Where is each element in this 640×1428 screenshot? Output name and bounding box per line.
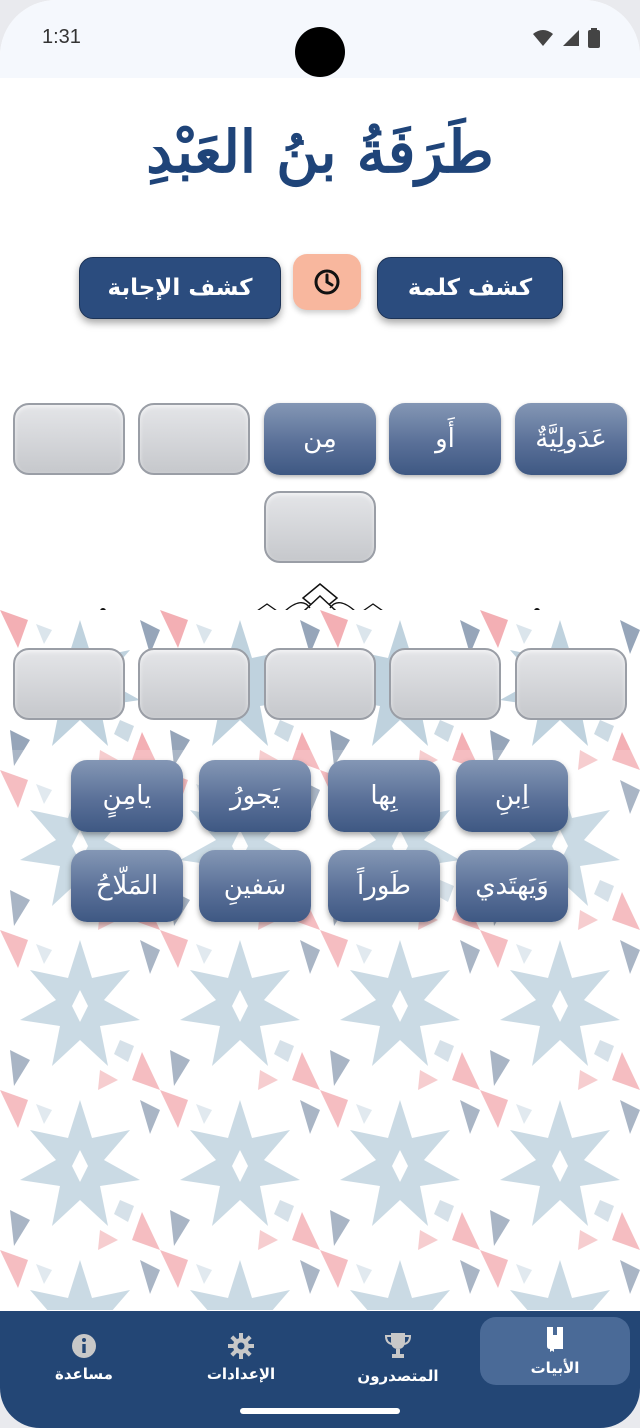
word-choice[interactable]: بِها: [328, 760, 440, 832]
verse-slot-empty[interactable]: [13, 648, 125, 720]
status-bar: 1:31: [0, 0, 640, 78]
poet-title: طَرَفَةُ بنُ العَبْدِ: [146, 118, 494, 186]
nav-settings-label: الإعدادات: [206, 1365, 276, 1383]
book-icon: [547, 1327, 563, 1352]
verse-slot-empty[interactable]: [515, 648, 627, 720]
verse-slot-empty[interactable]: [264, 648, 376, 720]
clock-icon: [314, 269, 340, 295]
verse-slot-empty[interactable]: [389, 648, 501, 720]
nav-leaderboard-label: المتصدرون: [357, 1367, 439, 1385]
nav-help-label: مساعدة: [55, 1365, 113, 1383]
word-choice[interactable]: طَوراً: [328, 850, 440, 922]
word-choice[interactable]: وَيَهتَدي: [456, 850, 568, 922]
verse-slot[interactable]: أَو: [389, 403, 501, 475]
app-screen: 1:31 طَرَفَةُ بنُ العَبْدِ كشف كلمة كشف …: [0, 0, 640, 1428]
status-time: 1:31: [42, 26, 81, 48]
word-choice[interactable]: يامِنٍ: [71, 760, 183, 832]
verse-slot[interactable]: مِن: [264, 403, 376, 475]
timer-button[interactable]: [293, 254, 361, 310]
word-choice[interactable]: يَجورُ: [199, 760, 311, 832]
verse-slot-empty[interactable]: [13, 403, 125, 475]
battery-icon: [588, 28, 600, 48]
nav-verses-label: الأبيات: [530, 1359, 580, 1377]
verse-slot-empty[interactable]: [138, 403, 250, 475]
camera-cutout: [295, 27, 345, 77]
system-icons: [532, 28, 600, 48]
signal-icon: [563, 30, 579, 46]
verse-slot-empty[interactable]: [138, 648, 250, 720]
nav-settings[interactable]: الإعدادات: [166, 1323, 316, 1393]
verse-slot[interactable]: عَدَولِيَّةٌ: [515, 403, 627, 475]
reveal-answer-button[interactable]: كشف الإجابة: [79, 257, 281, 319]
reveal-word-button[interactable]: كشف كلمة: [377, 257, 563, 319]
word-choice[interactable]: اِبنِ: [456, 760, 568, 832]
info-icon: [72, 1334, 96, 1358]
word-choice[interactable]: المَلّاحُ: [71, 850, 183, 922]
nav-verses[interactable]: الأبيات: [480, 1317, 630, 1385]
word-choice[interactable]: سَفينِ: [199, 850, 311, 922]
trophy-icon: [384, 1333, 412, 1358]
home-indicator[interactable]: [240, 1408, 400, 1414]
nav-help[interactable]: مساعدة: [9, 1323, 159, 1393]
nav-leaderboard[interactable]: المتصدرون: [323, 1323, 473, 1393]
wifi-icon: [533, 30, 553, 46]
verse-slot-empty[interactable]: [264, 491, 376, 563]
gear-icon: [228, 1333, 254, 1359]
